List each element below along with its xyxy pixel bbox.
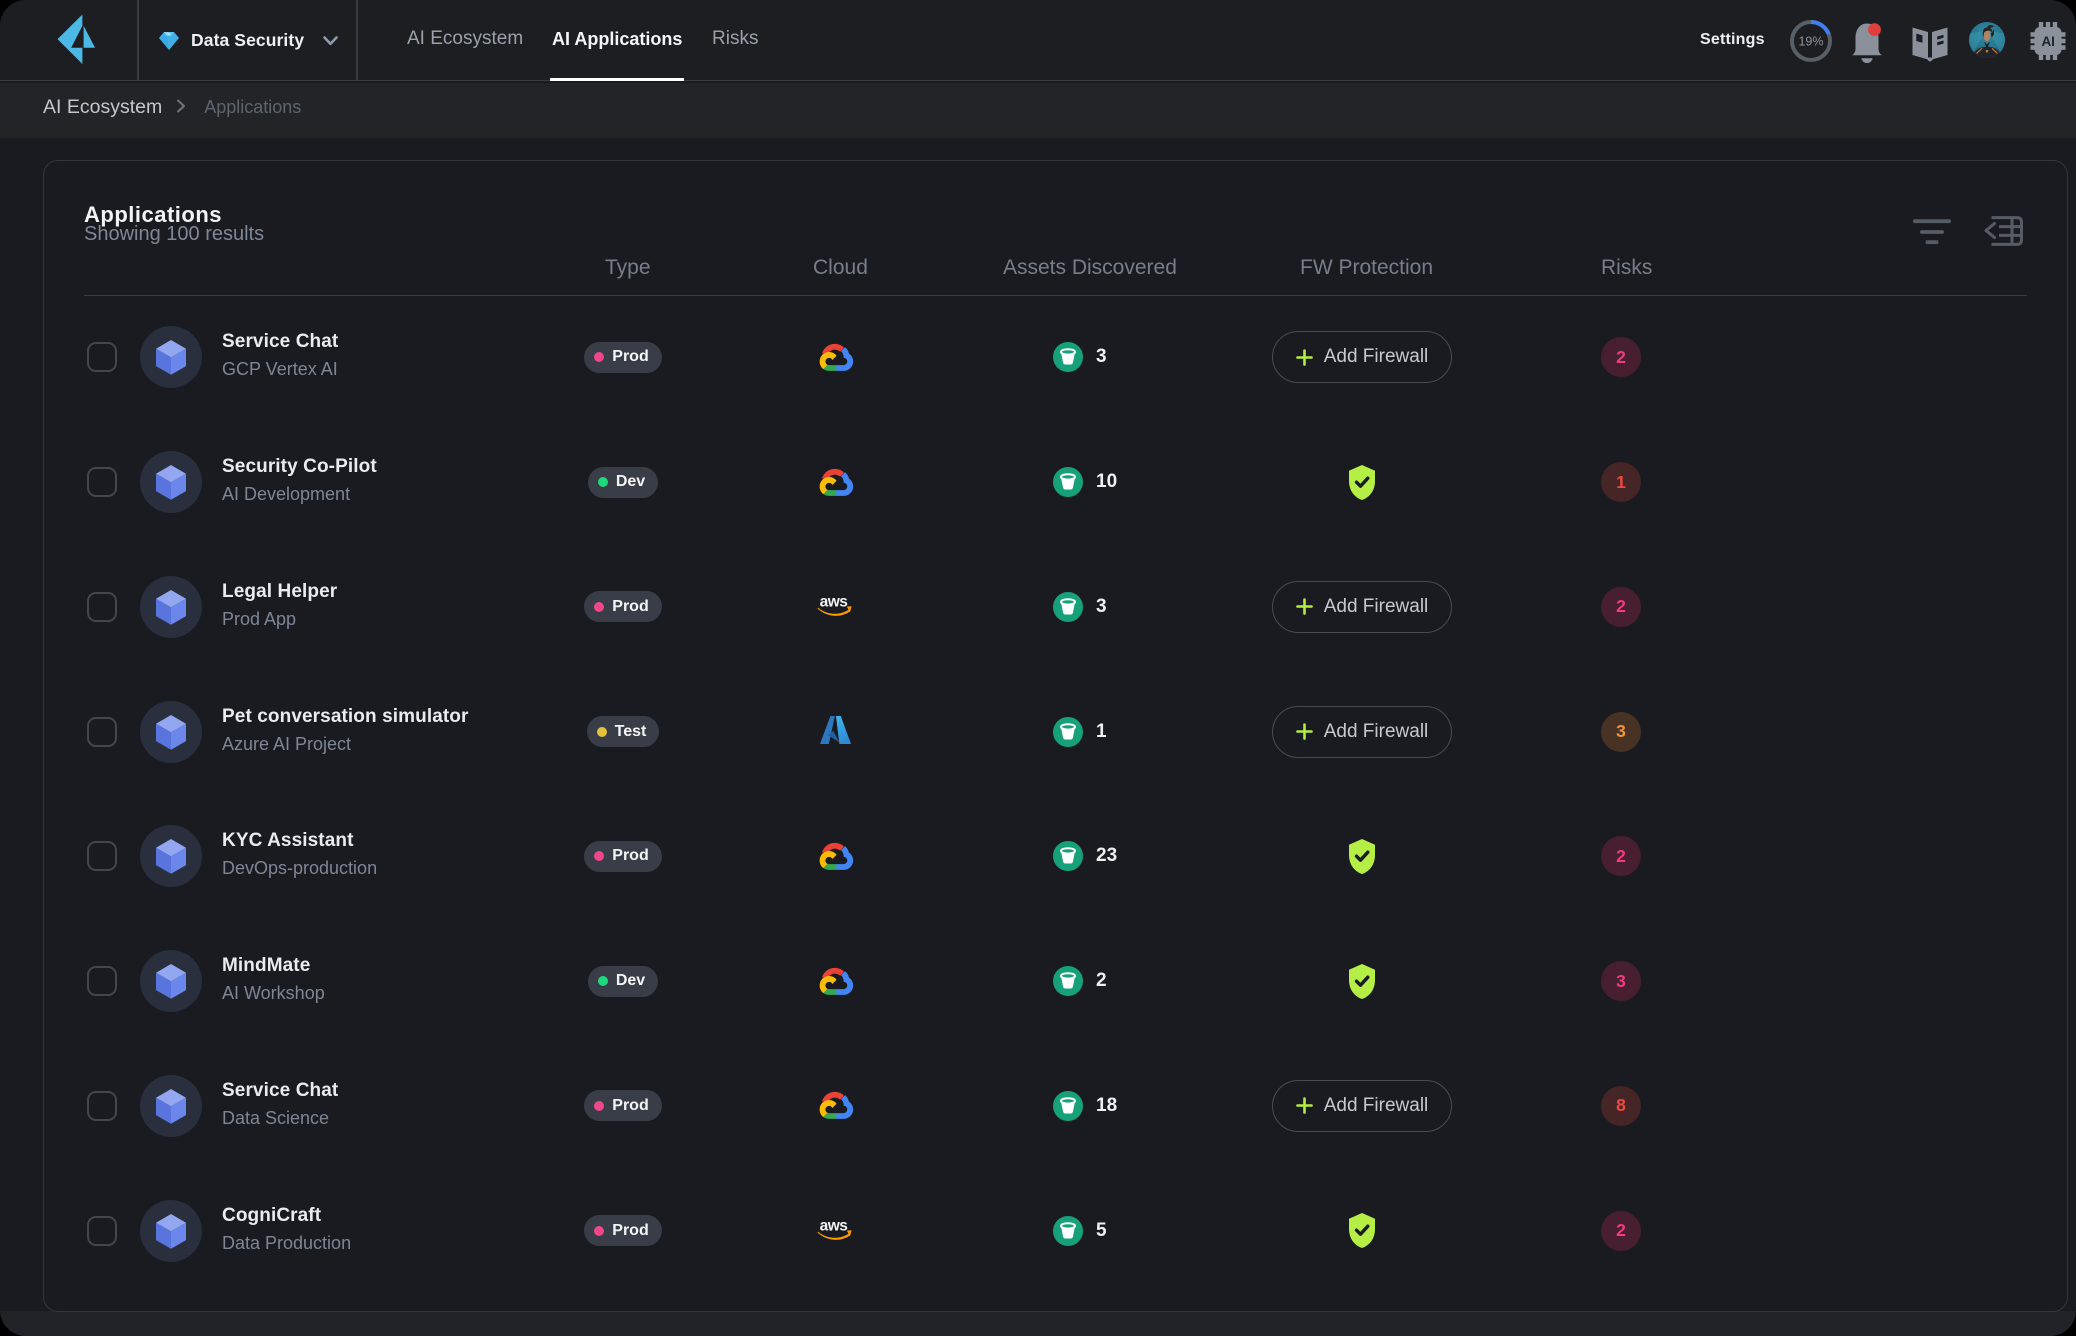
svg-text:aws: aws (820, 1218, 848, 1235)
svg-text:AI: AI (2041, 34, 2055, 49)
svg-text:19%: 19% (1798, 35, 1823, 49)
svg-text:aws: aws (820, 594, 848, 611)
